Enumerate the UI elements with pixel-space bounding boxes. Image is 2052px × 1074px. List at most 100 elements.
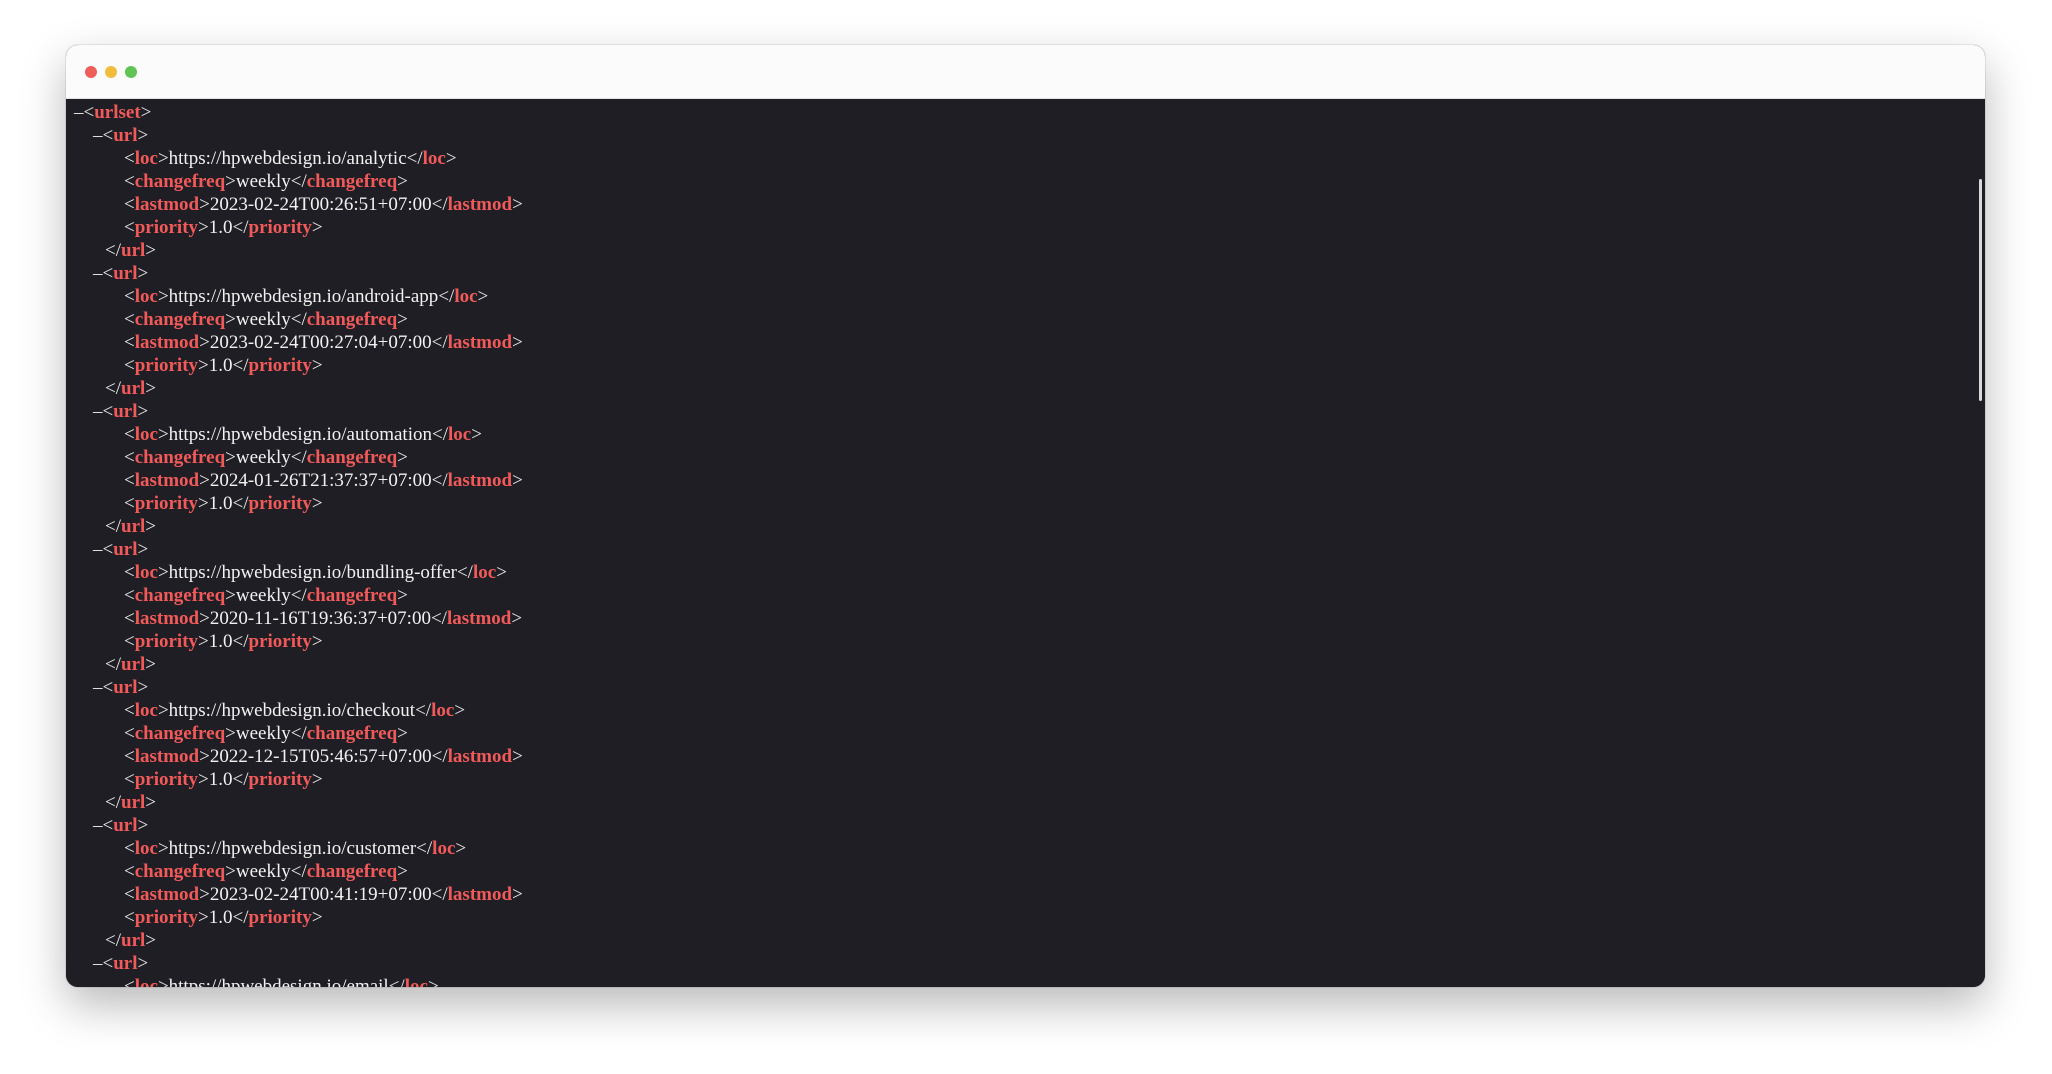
loc-value[interactable]: https://hpwebdesign.io/automation <box>169 424 432 445</box>
priority-value: 1.0 <box>208 355 233 376</box>
field-priority: <priority>1.0</priority> <box>74 630 523 653</box>
bracket: > <box>199 332 210 353</box>
bracket: < <box>124 424 135 445</box>
bracket: </ <box>105 378 121 399</box>
tag-name: changefreq <box>306 447 398 468</box>
minimize-window-button[interactable] <box>105 66 117 78</box>
loc-value[interactable]: https://hpwebdesign.io/email <box>169 976 389 987</box>
tag-name: loc <box>134 148 158 169</box>
bracket: < <box>102 401 114 422</box>
bracket: < <box>124 355 135 376</box>
bracket: </ <box>290 723 307 744</box>
bracket: > <box>454 700 466 721</box>
bracket: > <box>199 884 210 905</box>
bracket: </ <box>232 907 249 928</box>
field-priority: <priority>1.0</priority> <box>74 492 523 515</box>
tag-name: urlset <box>94 102 141 123</box>
tag-name: url <box>121 930 146 951</box>
collapse-toggle-icon[interactable]: – <box>93 539 103 560</box>
vertical-scrollbar[interactable] <box>1979 179 1982 401</box>
url-close: </url> <box>74 239 523 262</box>
tag-name: loc <box>134 700 158 721</box>
tag-name: url <box>113 539 138 560</box>
tag-name: priority <box>248 631 312 652</box>
zoom-window-button[interactable] <box>125 66 137 78</box>
field-lastmod: <lastmod>2023-02-24T00:27:04+07:00</last… <box>74 331 523 354</box>
tag-name: loc <box>472 562 497 583</box>
tag-name: loc <box>432 838 456 859</box>
bracket: > <box>512 332 523 353</box>
tag-name: url <box>113 263 138 284</box>
field-loc: <loc>https://hpwebdesign.io/android-app<… <box>74 285 523 308</box>
tag-name: changefreq <box>134 723 226 744</box>
bracket: > <box>397 171 408 192</box>
bracket: > <box>137 263 149 284</box>
changefreq-value: weekly <box>235 171 291 192</box>
bracket: </ <box>290 309 307 330</box>
tag-name: changefreq <box>134 447 226 468</box>
bracket: < <box>102 125 114 146</box>
loc-value[interactable]: https://hpwebdesign.io/bundling-offer <box>169 562 457 583</box>
xml-root-open: –<urlset> <box>74 101 523 124</box>
tag-name: lastmod <box>446 608 512 629</box>
bracket: > <box>198 631 209 652</box>
tag-name: url <box>113 953 138 974</box>
tag-name: loc <box>404 976 428 987</box>
loc-value[interactable]: https://hpwebdesign.io/analytic <box>169 148 407 169</box>
bracket: > <box>145 516 156 537</box>
field-loc: <loc>https://hpwebdesign.io/email</loc> <box>74 975 523 987</box>
url-close: </url> <box>74 653 523 676</box>
field-loc: <loc>https://hpwebdesign.io/checkout</lo… <box>74 699 523 722</box>
changefreq-value: weekly <box>235 723 291 744</box>
bracket: > <box>311 769 323 790</box>
bracket: > <box>137 953 149 974</box>
changefreq-value: weekly <box>235 861 291 882</box>
collapse-toggle-icon[interactable]: – <box>93 815 103 836</box>
collapse-toggle-icon[interactable]: – <box>93 401 103 422</box>
bracket: </ <box>232 355 249 376</box>
bracket: </ <box>290 585 307 606</box>
field-lastmod: <lastmod>2024-01-26T21:37:37+07:00</last… <box>74 469 523 492</box>
collapse-toggle-icon[interactable]: – <box>93 125 103 146</box>
tag-name: url <box>121 240 146 261</box>
field-changefreq: <changefreq>weekly</changefreq> <box>74 170 523 193</box>
tag-name: lastmod <box>134 746 200 767</box>
tag-name: priority <box>248 769 312 790</box>
field-priority: <priority>1.0</priority> <box>74 906 523 929</box>
bracket: < <box>124 286 135 307</box>
bracket: > <box>198 907 209 928</box>
collapse-toggle-icon[interactable]: – <box>93 677 103 698</box>
bracket: </ <box>105 654 121 675</box>
loc-value[interactable]: https://hpwebdesign.io/checkout <box>169 700 415 721</box>
loc-value[interactable]: https://hpwebdesign.io/android-app <box>169 286 439 307</box>
close-window-button[interactable] <box>85 66 97 78</box>
url-open: –<url> <box>74 814 523 837</box>
tag-name: loc <box>454 286 478 307</box>
tag-name: url <box>113 815 138 836</box>
bracket: < <box>102 263 114 284</box>
bracket: > <box>157 148 169 169</box>
bracket: > <box>225 447 236 468</box>
bracket: > <box>199 608 210 629</box>
tag-name: priority <box>134 631 199 652</box>
bracket: </ <box>232 769 249 790</box>
tag-name: priority <box>134 217 199 238</box>
tag-name: priority <box>248 493 312 514</box>
bracket: </ <box>431 884 448 905</box>
collapse-toggle-icon[interactable]: – <box>93 953 103 974</box>
tag-name: changefreq <box>134 171 226 192</box>
collapse-toggle-icon[interactable]: – <box>74 102 84 123</box>
loc-value[interactable]: https://hpwebdesign.io/customer <box>169 838 417 859</box>
bracket: > <box>397 723 408 744</box>
bracket: </ <box>431 194 448 215</box>
bracket: > <box>145 792 156 813</box>
collapse-toggle-icon[interactable]: – <box>93 263 103 284</box>
field-changefreq: <changefreq>weekly</changefreq> <box>74 584 523 607</box>
bracket: < <box>124 332 135 353</box>
url-close: </url> <box>74 791 523 814</box>
bracket: </ <box>431 746 448 767</box>
tag-name: loc <box>431 700 455 721</box>
url-close: </url> <box>74 929 523 952</box>
bracket: < <box>124 861 135 882</box>
bracket: > <box>397 447 408 468</box>
